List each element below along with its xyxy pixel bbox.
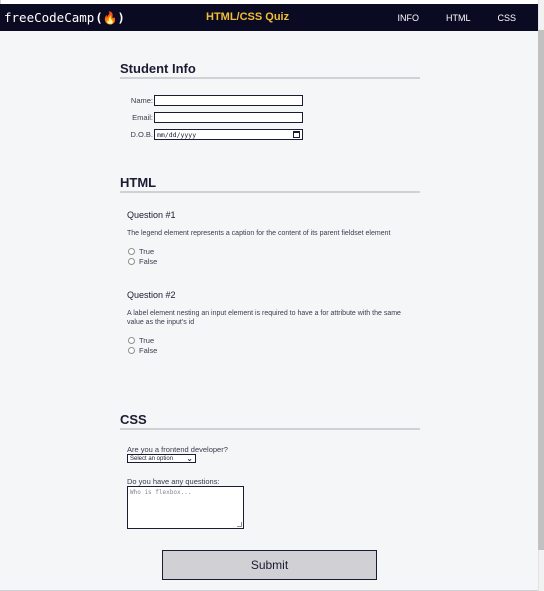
css-section: CSS Are you a frontend developer? Select…: [120, 412, 420, 529]
student-info-section: Student Info Name: Email: D.O.B. mm/dd/y…: [120, 61, 420, 141]
nav-link-html[interactable]: HTML: [446, 13, 471, 23]
questions-textarea[interactable]: Who is flexbox...: [127, 486, 244, 529]
q2-option-false[interactable]: False: [127, 345, 420, 355]
email-label: Email:: [132, 113, 153, 122]
email-input[interactable]: [154, 112, 303, 123]
nav-link-css[interactable]: CSS: [497, 13, 516, 23]
option-label: False: [139, 345, 158, 355]
dob-row: D.O.B. mm/dd/yyyy: [120, 128, 420, 141]
option-label: True: [139, 246, 155, 256]
email-row: Email:: [120, 111, 420, 124]
radio-button[interactable]: [128, 346, 135, 354]
option-label: True: [139, 335, 155, 345]
select-value: Select an option: [130, 455, 174, 462]
question-1-title: Question #1: [127, 210, 176, 220]
quiz-main: Student Info Name: Email: D.O.B. mm/dd/y…: [0, 31, 538, 590]
top-navbar: freeCodeCamp (🔥) HTML/CSS Quiz INFO HTML …: [0, 4, 538, 31]
frontend-question: Are you a frontend developer?: [127, 445, 228, 454]
questions-label: Do you have any questions:: [127, 477, 220, 486]
radio-button[interactable]: [128, 247, 135, 255]
q1-option-false[interactable]: False: [127, 256, 420, 266]
question-1: Question #1 The legend element represent…: [127, 210, 420, 266]
name-row: Name:: [120, 94, 420, 107]
scrollbar-thumb[interactable]: [538, 30, 544, 550]
dob-input[interactable]: mm/dd/yyyy: [154, 129, 303, 140]
nav-links: INFO HTML CSS: [397, 4, 516, 31]
flame-icon: (🔥): [95, 10, 125, 25]
textarea-placeholder: Who is flexbox...: [130, 489, 192, 496]
resize-handle-icon[interactable]: [237, 522, 242, 527]
logo-text: freeCodeCamp: [4, 10, 95, 25]
chevron-down-icon: ⌄: [186, 453, 193, 463]
calendar-icon[interactable]: [293, 131, 300, 138]
option-label: False: [139, 256, 158, 266]
question-1-text: The legend element represents a caption …: [127, 230, 391, 237]
question-2-text: A label element nesting an input element…: [127, 310, 401, 326]
dob-label: D.O.B.: [130, 130, 153, 139]
student-info-heading: Student Info: [120, 61, 420, 79]
q2-option-true[interactable]: True: [127, 335, 420, 345]
question-2-title: Question #2: [127, 290, 176, 300]
frontend-select[interactable]: Select an option ⌄: [127, 454, 196, 463]
question-2: Question #2 A label element nesting an i…: [127, 290, 420, 355]
radio-button[interactable]: [128, 257, 135, 265]
q1-option-true[interactable]: True: [127, 246, 420, 256]
radio-button[interactable]: [128, 336, 135, 344]
name-label: Name:: [130, 96, 153, 105]
scrollbar[interactable]: [538, 0, 544, 591]
html-heading: HTML: [120, 175, 420, 193]
freecodecamp-logo[interactable]: freeCodeCamp (🔥): [4, 4, 125, 31]
nav-link-info[interactable]: INFO: [397, 13, 419, 23]
html-section: HTML Question #1 The legend element repr…: [120, 175, 420, 355]
name-input[interactable]: [154, 95, 303, 106]
page-title: HTML/CSS Quiz: [206, 11, 290, 23]
dob-placeholder: mm/dd/yyyy: [157, 130, 197, 139]
css-heading: CSS: [120, 412, 420, 430]
submit-button[interactable]: Submit: [162, 550, 377, 580]
